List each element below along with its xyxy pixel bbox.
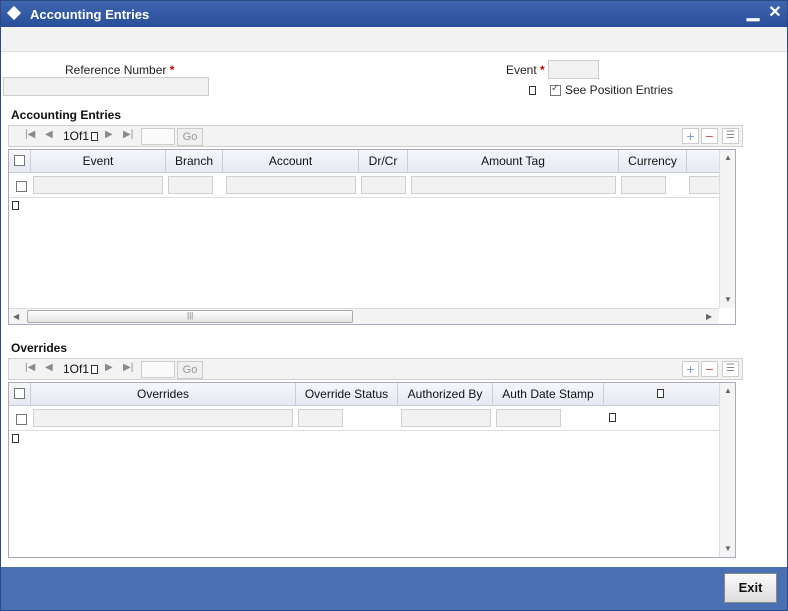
next-page-icon[interactable]: ▶ — [105, 362, 113, 373]
prev-page-icon[interactable]: ◀ — [45, 129, 53, 140]
row-checkbox[interactable] — [16, 414, 27, 425]
toolbar-strip — [1, 27, 787, 52]
amount-tag-cell-input[interactable] — [411, 176, 616, 194]
table-row — [9, 406, 719, 431]
scroll-right-icon[interactable]: ▶ — [706, 312, 712, 321]
grip-icon: ||| — [187, 311, 194, 320]
column-header[interactable]: Dr/Cr — [359, 150, 408, 172]
select-all-checkbox[interactable] — [14, 388, 25, 399]
column-header[interactable]: Auth Date Stamp — [493, 383, 604, 405]
prev-page-icon[interactable]: ◀ — [45, 362, 53, 373]
accounting-entries-window: Accounting Entries ▁ ✕ Reference Number … — [0, 0, 788, 611]
app-logo-icon — [6, 5, 22, 21]
column-header[interactable]: Branch — [166, 150, 223, 172]
accounting-entries-section-title: Accounting Entries — [11, 108, 122, 122]
account-cell-input[interactable] — [226, 176, 356, 194]
overrides-cell-input[interactable] — [33, 409, 293, 427]
column-header[interactable]: Authorized By — [398, 383, 493, 405]
go-button[interactable]: Go — [177, 128, 203, 146]
scroll-down-icon[interactable]: ▼ — [724, 544, 732, 553]
vertical-scrollbar[interactable]: ▲ ▼ — [719, 150, 735, 308]
first-page-icon[interactable]: |◀ — [25, 362, 35, 373]
drcr-cell-input[interactable] — [361, 176, 406, 194]
overrides-grid: Overrides Override Status Authorized By … — [8, 382, 736, 558]
grid-header: Event Branch Account Dr/Cr Amount Tag Cu… — [9, 150, 727, 173]
column-header[interactable]: Event — [31, 150, 166, 172]
accounting-nav-bar: |◀ ◀ 1Of1 ▶ ▶| Go + − ☰ — [8, 125, 743, 147]
accounting-entries-grid: Event Branch Account Dr/Cr Amount Tag Cu… — [8, 149, 736, 325]
last-page-icon[interactable]: ▶| — [123, 362, 133, 373]
reference-number-label: Reference Number * — [65, 63, 175, 77]
page-indicator-icon — [91, 132, 98, 141]
hidden-field-icon — [529, 86, 536, 95]
override-status-cell-input[interactable] — [298, 409, 343, 427]
reference-number-input[interactable] — [3, 77, 209, 96]
page-indicator-icon — [91, 365, 98, 374]
select-all-checkbox[interactable] — [14, 155, 25, 166]
row-marker-icon — [12, 201, 19, 210]
pagination-info: 1Of1 — [63, 129, 90, 143]
scroll-up-icon[interactable]: ▲ — [724, 153, 732, 162]
table-row — [9, 173, 721, 198]
event-label: Event * — [506, 63, 545, 77]
column-marker-icon — [657, 389, 664, 398]
row-marker-icon — [12, 434, 19, 443]
column-header[interactable]: Override Status — [296, 383, 398, 405]
window-title: Accounting Entries — [30, 7, 150, 22]
go-button[interactable]: Go — [177, 361, 203, 379]
add-row-icon[interactable]: + — [682, 361, 699, 377]
see-position-checkbox[interactable] — [550, 83, 561, 96]
overrides-nav-bar: |◀ ◀ 1Of1 ▶ ▶| Go + − ☰ — [8, 358, 743, 380]
see-position-label: See Position Entries — [565, 83, 674, 97]
add-row-icon[interactable]: + — [682, 128, 699, 144]
single-view-icon[interactable]: ☰ — [722, 361, 739, 377]
column-header[interactable]: Account — [223, 150, 359, 172]
page-number-input[interactable] — [141, 361, 175, 378]
event-cell-input[interactable] — [33, 176, 163, 194]
overrides-section-title: Overrides — [11, 341, 68, 355]
column-header[interactable]: Overrides — [31, 383, 296, 405]
row-checkbox[interactable] — [16, 181, 27, 192]
pagination-info: 1Of1 — [63, 362, 90, 376]
footer-bar: Exit — [1, 567, 787, 610]
title-bar: Accounting Entries ▁ ✕ — [1, 1, 787, 27]
scroll-left-icon[interactable]: ◀ — [13, 312, 19, 321]
delete-row-icon[interactable]: − — [701, 361, 718, 377]
page-number-input[interactable] — [141, 128, 175, 145]
delete-row-icon[interactable]: − — [701, 128, 718, 144]
next-page-icon[interactable]: ▶ — [105, 129, 113, 140]
first-page-icon[interactable]: |◀ — [25, 129, 35, 140]
last-page-icon[interactable]: ▶| — [123, 129, 133, 140]
exit-button[interactable]: Exit — [724, 573, 777, 603]
minimize-icon[interactable]: ▁ — [746, 4, 760, 22]
currency-cell-input[interactable] — [621, 176, 666, 194]
vertical-scrollbar[interactable]: ▲ ▼ — [719, 383, 735, 557]
authorized-by-cell-input[interactable] — [401, 409, 491, 427]
next-cell-input[interactable] — [689, 176, 721, 194]
branch-cell-input[interactable] — [168, 176, 213, 194]
scroll-up-icon[interactable]: ▲ — [724, 386, 732, 395]
event-input[interactable] — [548, 60, 599, 79]
column-header[interactable]: Currency — [619, 150, 687, 172]
single-view-icon[interactable]: ☰ — [722, 128, 739, 144]
close-icon[interactable]: ✕ — [767, 4, 783, 22]
column-header[interactable]: Amount Tag — [408, 150, 619, 172]
horizontal-scrollbar[interactable]: ◀ ||| ▶ — [9, 308, 719, 324]
auth-date-stamp-cell-input[interactable] — [496, 409, 561, 427]
scroll-down-icon[interactable]: ▼ — [724, 295, 732, 304]
cell-marker-icon — [609, 413, 616, 422]
grid-header: Overrides Override Status Authorized By … — [9, 383, 719, 406]
